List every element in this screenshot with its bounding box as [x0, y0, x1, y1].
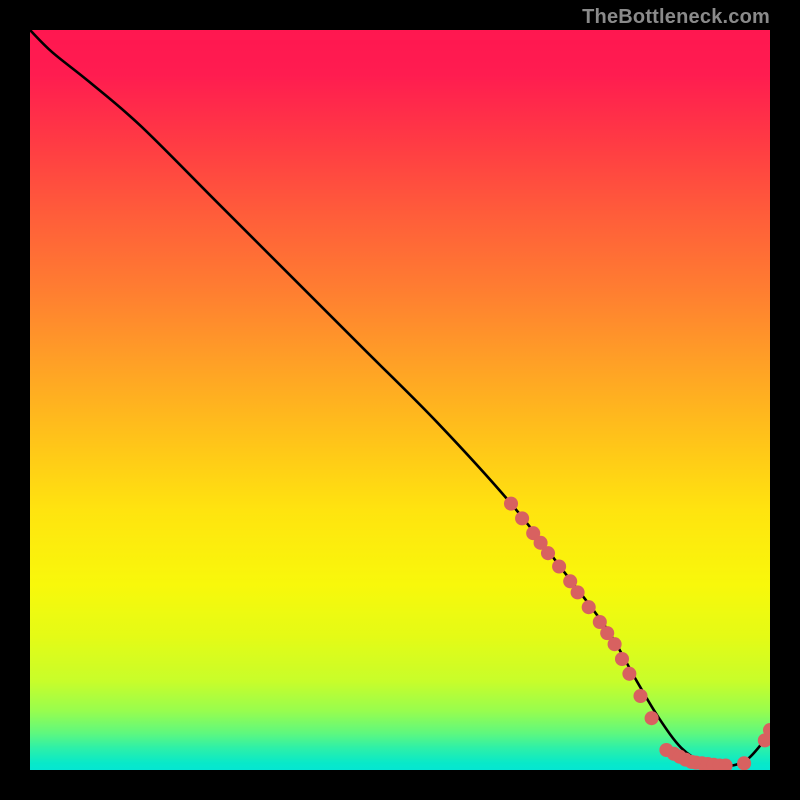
data-point — [515, 511, 529, 525]
chart-stage: TheBottleneck.com — [0, 0, 800, 800]
data-point — [504, 497, 518, 511]
data-point — [737, 756, 751, 770]
chart-line — [30, 30, 770, 766]
chart-svg — [30, 30, 770, 770]
watermark-text: TheBottleneck.com — [582, 6, 770, 29]
data-point — [571, 585, 585, 599]
data-point — [541, 546, 555, 560]
data-point — [622, 667, 636, 681]
data-point — [615, 652, 629, 666]
data-point — [645, 711, 659, 725]
data-point — [608, 637, 622, 651]
data-point — [633, 689, 647, 703]
plot-area — [30, 30, 770, 770]
data-point — [582, 600, 596, 614]
chart-markers — [504, 497, 770, 770]
data-point — [552, 559, 566, 573]
